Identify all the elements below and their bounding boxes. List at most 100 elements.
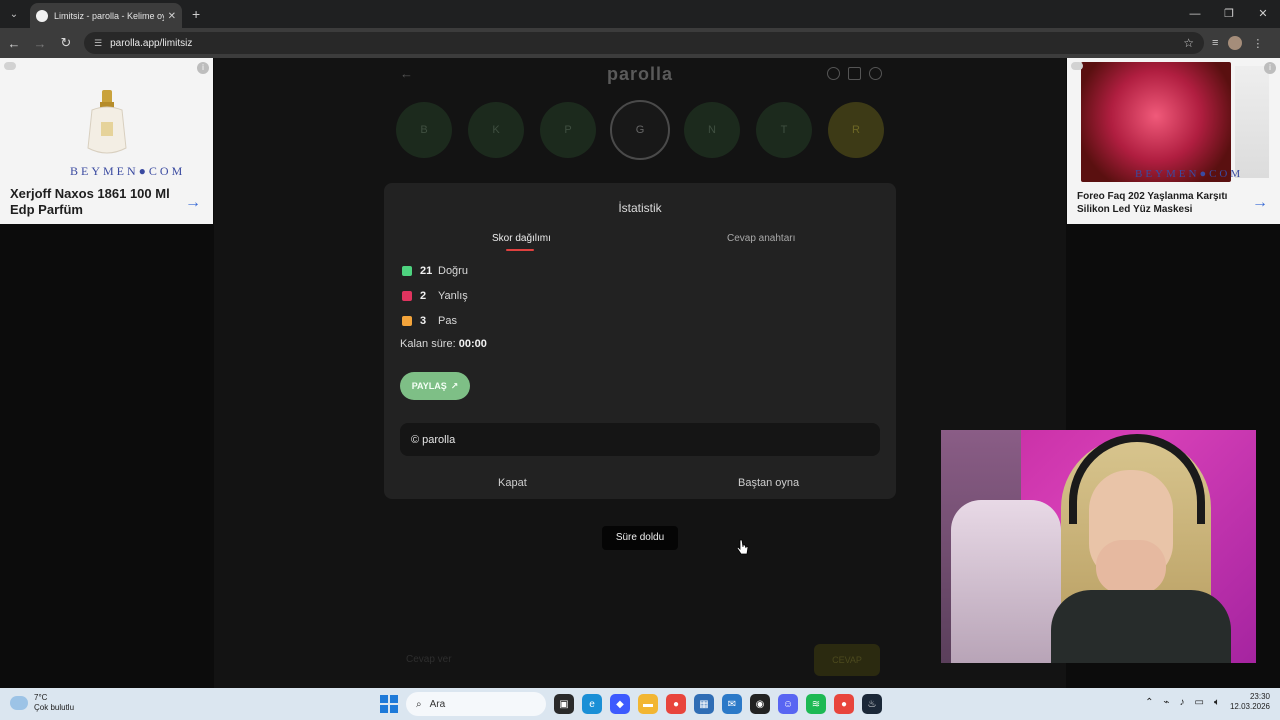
discord-icon[interactable]: ☺ <box>778 694 798 714</box>
webcam-overlay <box>941 430 1256 663</box>
share-icon: ↗ <box>450 380 459 391</box>
share-label: PAYLAŞ <box>411 381 447 391</box>
maximize-button[interactable]: ❐ <box>1212 0 1246 28</box>
adchoices-icon[interactable] <box>1071 62 1083 70</box>
mouse-cursor-icon <box>737 539 749 555</box>
letter-circle: T <box>756 102 812 158</box>
correct-swatch <box>402 266 412 276</box>
obs-icon[interactable]: ◉ <box>750 694 770 714</box>
active-tab-underline <box>506 249 534 251</box>
browser-tabbar: ⌄ Limitsiz - parolla - Kelime oyunu ✕ + … <box>0 0 1280 29</box>
minimize-button[interactable]: — <box>1178 0 1212 28</box>
answer-submit-button[interactable]: CEVAP <box>814 644 880 676</box>
close-button[interactable]: Kapat <box>498 477 527 489</box>
address-toolbar: ← → ↻ ☰ parolla.app/limitsiz ☆ ≡ ⋮ <box>0 28 1280 58</box>
letter-circles: B K P G N T R <box>396 100 886 160</box>
share-text-box[interactable]: © parolla <box>400 423 880 456</box>
display-icon[interactable]: ▭ <box>1195 697 1204 708</box>
media-icon[interactable]: ≡ <box>1212 37 1218 49</box>
parolla-logo: parolla <box>606 64 674 84</box>
ad-left[interactable]: i BEYMEN●COM Xerjoff Naxos 1861 100 Ml E… <box>0 58 213 224</box>
tab-close-icon[interactable]: ✕ <box>168 11 176 22</box>
url-text: parolla.app/limitsiz <box>110 37 193 49</box>
menu-kebab-icon[interactable]: ⋮ <box>1252 37 1263 50</box>
ad-right-description[interactable]: Foreo Faq 202 Yaşlanma Karşıtı Silikon L… <box>1077 190 1247 216</box>
chrome-icon[interactable]: ● <box>666 694 686 714</box>
remaining-time-label: Kalan süre: <box>400 338 456 350</box>
tab-score-distribution[interactable]: Skor dağılımı <box>492 233 551 244</box>
volume-icon[interactable]: 🔈︎ <box>1214 697 1220 708</box>
taskbar-search[interactable]: ⌕ Ara <box>406 692 546 716</box>
stat-label: Pas <box>438 315 457 327</box>
beymen-logo: BEYMEN●COM <box>70 164 186 178</box>
mail-icon[interactable]: ✉ <box>722 694 742 714</box>
letter-circle: K <box>468 102 524 158</box>
ad-close-icon[interactable]: i <box>1264 62 1276 74</box>
app-icon[interactable]: ▦ <box>694 694 714 714</box>
steam-icon[interactable]: ♨ <box>862 694 882 714</box>
replay-button[interactable]: Baştan oyna <box>738 477 799 489</box>
product-strip-image <box>1235 66 1269 178</box>
adchoices-icon[interactable] <box>4 62 16 70</box>
task-view-icon[interactable]: ▣ <box>554 694 574 714</box>
wrong-swatch <box>402 291 412 301</box>
new-tab-button[interactable]: + <box>192 6 200 22</box>
profile-avatar[interactable] <box>1228 36 1243 50</box>
file-explorer-icon[interactable]: ▬ <box>638 694 658 714</box>
weather-widget[interactable]: 7°C Çok bulutlu <box>10 693 74 713</box>
clock-date: 12.03.2026 <box>1229 702 1270 711</box>
tab-title: Limitsiz - parolla - Kelime oyunu <box>54 11 164 21</box>
browser-tab[interactable]: Limitsiz - parolla - Kelime oyunu ✕ <box>30 3 182 29</box>
stat-count: 2 <box>420 290 427 302</box>
letter-circle: P <box>540 102 596 158</box>
stats-icon[interactable] <box>848 67 861 80</box>
clock[interactable]: 23:30 12.03.2026 <box>1230 692 1270 712</box>
chrome-icon[interactable]: ● <box>834 694 854 714</box>
answer-input[interactable]: Cevap ver <box>396 644 796 676</box>
forward-icon[interactable]: → <box>28 36 52 51</box>
stat-row-correct: 21 Doğru <box>402 265 468 277</box>
arrow-right-icon[interactable]: → <box>1252 194 1268 212</box>
webcam-chair <box>951 500 1061 663</box>
pass-swatch <box>402 316 412 326</box>
letter-circle-active: G <box>610 100 670 160</box>
bookmark-star-icon[interactable]: ☆ <box>1183 36 1194 50</box>
back-icon[interactable]: ← <box>2 36 26 51</box>
microphone-icon[interactable]: ♪ <box>1180 697 1185 708</box>
network-icon[interactable]: ⌁ <box>1163 697 1169 708</box>
modal-title: İstatistik <box>618 201 662 215</box>
url-bar[interactable]: ☰ parolla.app/limitsiz ☆ <box>84 32 1204 54</box>
share-button[interactable]: PAYLAŞ ↗ <box>400 372 470 400</box>
stat-row-pass: 3 Pas <box>402 315 457 327</box>
clock-time: 23:30 <box>1249 692 1270 701</box>
answer-bar: Cevap ver CEVAP <box>396 644 882 676</box>
ad-right[interactable]: i BEYMEN●COM Foreo Faq 202 Yaşlanma Karş… <box>1067 58 1280 224</box>
statistics-modal: İstatistik Skor dağılımı Cevap anahtarı … <box>384 183 896 499</box>
letter-circle: R <box>828 102 884 158</box>
arrow-right-icon[interactable]: → <box>185 194 201 212</box>
reload-icon[interactable]: ↻ <box>54 35 78 51</box>
tab-answer-key[interactable]: Cevap anahtarı <box>727 233 795 244</box>
ad-left-description[interactable]: Xerjoff Naxos 1861 100 Ml Edp Parfüm <box>10 186 170 218</box>
info-icon[interactable] <box>827 67 840 80</box>
parolla-favicon-icon <box>36 10 48 22</box>
edge-icon[interactable]: e <box>582 694 602 714</box>
site-info-icon[interactable]: ☰ <box>94 38 102 49</box>
letter-circle: N <box>684 102 740 158</box>
stat-row-wrong: 2 Yanlış <box>402 290 468 302</box>
spotify-icon[interactable]: ≋ <box>806 694 826 714</box>
letter-circle: B <box>396 102 452 158</box>
windows-start-icon[interactable] <box>380 695 398 713</box>
cloud-icon <box>10 696 28 710</box>
store-icon[interactable]: ◆ <box>610 694 630 714</box>
ad-close-icon[interactable]: i <box>197 62 209 74</box>
tab-search-button[interactable]: ⌄ <box>5 5 23 23</box>
stat-count: 21 <box>420 265 433 277</box>
chevron-up-icon[interactable]: ⌃ <box>1145 697 1153 708</box>
remaining-time-value: 00:00 <box>458 338 487 350</box>
perfume-bottle-image <box>87 90 127 154</box>
stat-label: Doğru <box>438 265 468 277</box>
close-window-button[interactable]: ✕ <box>1246 0 1280 28</box>
webcam-person-shirt <box>1051 590 1231 663</box>
user-icon[interactable] <box>869 67 882 80</box>
